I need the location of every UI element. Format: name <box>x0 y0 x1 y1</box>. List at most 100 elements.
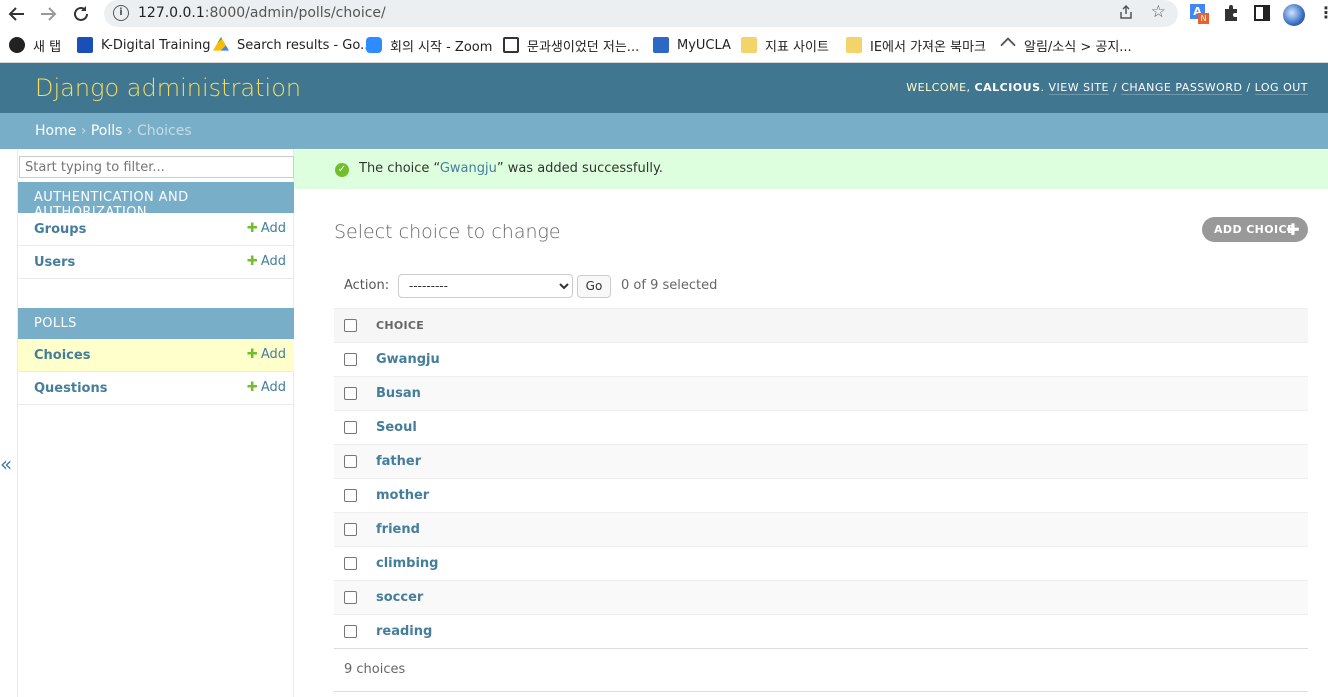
bookmark-folder-ie[interactable]: IE에서 가져온 북마크 <box>846 36 986 55</box>
nav-filter-input[interactable] <box>19 156 294 178</box>
plus-icon: ✚ <box>1286 220 1300 239</box>
row-link[interactable]: climbing <box>376 556 439 571</box>
sidebar-item-users[interactable]: Users ✚ Add <box>18 246 294 279</box>
add-users-link[interactable]: ✚ Add <box>247 254 286 269</box>
plus-icon: ✚ <box>246 254 258 269</box>
forward-icon[interactable] <box>38 4 58 24</box>
add-choice-button[interactable]: ADD CHOICE ✚ <box>1202 217 1308 242</box>
row-checkbox[interactable] <box>344 523 357 536</box>
row-checkbox[interactable] <box>344 353 357 366</box>
row-checkbox[interactable] <box>344 557 357 570</box>
ucla-icon <box>653 37 669 53</box>
folder-icon <box>741 37 757 53</box>
action-select[interactable]: --------- <box>398 274 573 298</box>
row-checkbox[interactable] <box>344 591 357 604</box>
sidebar-item-label[interactable]: Choices <box>34 348 90 363</box>
module-caption-auth[interactable]: AUTHENTICATION AND AUTHORIZATION <box>18 182 294 220</box>
table-row: Seoul <box>334 410 1308 445</box>
success-check-icon: ✓ <box>335 163 349 177</box>
share-icon[interactable] <box>1118 4 1134 24</box>
reload-icon[interactable] <box>71 4 91 24</box>
bookmark-new-tab[interactable]: 새 탭 <box>9 36 61 55</box>
sidebar-item-label[interactable]: Questions <box>34 381 107 396</box>
table-row: friend <box>334 512 1308 547</box>
bookmarks-bar: 새 탭 K-Digital Training Search results - … <box>0 32 1328 58</box>
breadcrumb-current: Choices <box>136 123 192 139</box>
bookmark-k-digital[interactable]: K-Digital Training <box>77 36 210 54</box>
sidebar-item-questions[interactable]: Questions ✚ Add <box>18 372 294 405</box>
table-row: soccer <box>334 580 1308 615</box>
bookmark-notice[interactable]: 알림/소식 > 공지... <box>1000 36 1132 55</box>
browser-toolbar: i 127.0.0.1:8000/admin/polls/choice/ ☆ A… <box>0 0 1328 28</box>
column-header-choice[interactable]: CHOICE <box>376 308 1308 343</box>
zoom-icon <box>366 37 382 53</box>
add-questions-link[interactable]: ✚ Add <box>247 380 286 395</box>
user-tools: WELCOME, CALCIOUS. VIEW SITE / CHANGE PA… <box>906 81 1308 95</box>
plus-icon: ✚ <box>246 221 258 236</box>
row-link[interactable]: Gwangju <box>376 352 440 367</box>
table-row: reading <box>334 614 1308 649</box>
row-link[interactable]: friend <box>376 522 420 537</box>
back-icon[interactable] <box>7 4 27 24</box>
toggle-sidebar-button[interactable]: « <box>0 452 14 482</box>
view-site-link[interactable]: VIEW SITE <box>1048 81 1109 95</box>
row-link[interactable]: reading <box>376 624 432 639</box>
success-message: ✓ The choice “Gwangju” was added success… <box>294 150 1328 189</box>
row-checkbox[interactable] <box>344 387 357 400</box>
result-list-table: CHOICE Gwangju Busan Seoul father mother… <box>334 308 1308 649</box>
row-checkbox[interactable] <box>344 625 357 638</box>
sidebar-item-groups[interactable]: Groups ✚ Add <box>18 213 294 246</box>
nav-sidebar: AUTHENTICATION AND AUTHORIZATION Groups … <box>17 149 294 697</box>
add-groups-link[interactable]: ✚ Add <box>247 221 286 236</box>
added-object-link[interactable]: Gwangju <box>440 161 497 176</box>
bookmark-blog[interactable]: 문과생이었던 저는... <box>503 36 639 55</box>
table-row: Gwangju <box>334 342 1308 377</box>
row-checkbox[interactable] <box>344 455 357 468</box>
k-digital-icon <box>77 37 93 53</box>
table-row: mother <box>334 478 1308 513</box>
row-link[interactable]: mother <box>376 488 429 503</box>
breadcrumb-polls[interactable]: Polls <box>91 123 123 139</box>
bookmark-drive-search[interactable]: Search results - Go... <box>213 36 373 54</box>
welcome-text: WELCOME, <box>906 81 975 94</box>
site-info-icon[interactable]: i <box>113 5 129 21</box>
add-choices-link[interactable]: ✚ Add <box>247 347 286 362</box>
address-bar[interactable]: i 127.0.0.1:8000/admin/polls/choice/ ☆ <box>104 0 1178 27</box>
bookmark-star-icon[interactable]: ☆ <box>1151 2 1166 22</box>
row-link[interactable]: Busan <box>376 386 421 401</box>
row-link[interactable]: Seoul <box>376 420 417 435</box>
row-link[interactable]: father <box>376 454 421 469</box>
page-title: Select choice to change <box>334 221 561 243</box>
site-branding[interactable]: Django administration <box>35 74 301 102</box>
go-button[interactable]: Go <box>577 275 611 298</box>
table-row: father <box>334 444 1308 479</box>
row-checkbox[interactable] <box>344 489 357 502</box>
admin-header: Django administration WELCOME, CALCIOUS.… <box>0 63 1328 113</box>
select-all-cell <box>334 308 376 343</box>
sidebar-item-label[interactable]: Groups <box>34 222 86 237</box>
menu-kebab-icon[interactable]: ⋮ <box>1318 4 1328 24</box>
bookmark-myucla[interactable]: MyUCLA <box>653 36 731 54</box>
bookmark-zoom[interactable]: 회의 시작 - Zoom <box>366 36 492 55</box>
plus-icon: ✚ <box>246 380 258 395</box>
row-checkbox[interactable] <box>344 421 357 434</box>
row-link[interactable]: soccer <box>376 590 423 605</box>
breadcrumb-home[interactable]: Home <box>35 123 76 139</box>
chevron-up-icon <box>1000 37 1016 53</box>
translate-extension-icon[interactable]: A N <box>1190 4 1210 24</box>
extensions-puzzle-icon[interactable] <box>1222 4 1242 24</box>
paginator: 9 choices <box>334 648 1308 692</box>
actions-bar: Action: --------- Go 0 of 9 selected <box>334 266 1308 308</box>
table-row: climbing <box>334 546 1308 581</box>
select-all-checkbox[interactable] <box>344 319 357 332</box>
module-caption-polls[interactable]: POLLS <box>18 308 294 339</box>
url-text: 127.0.0.1:8000/admin/polls/choice/ <box>138 5 386 21</box>
sidebar-item-label[interactable]: Users <box>34 255 75 270</box>
table-row: Busan <box>334 376 1308 411</box>
log-out-link[interactable]: LOG OUT <box>1254 81 1308 95</box>
profile-avatar[interactable] <box>1283 4 1305 26</box>
sidebar-item-choices[interactable]: Choices ✚ Add <box>18 339 294 372</box>
bookmark-folder-indicators[interactable]: 지표 사이트 <box>741 36 829 55</box>
side-panel-icon[interactable] <box>1253 4 1273 24</box>
change-password-link[interactable]: CHANGE PASSWORD <box>1121 81 1243 95</box>
